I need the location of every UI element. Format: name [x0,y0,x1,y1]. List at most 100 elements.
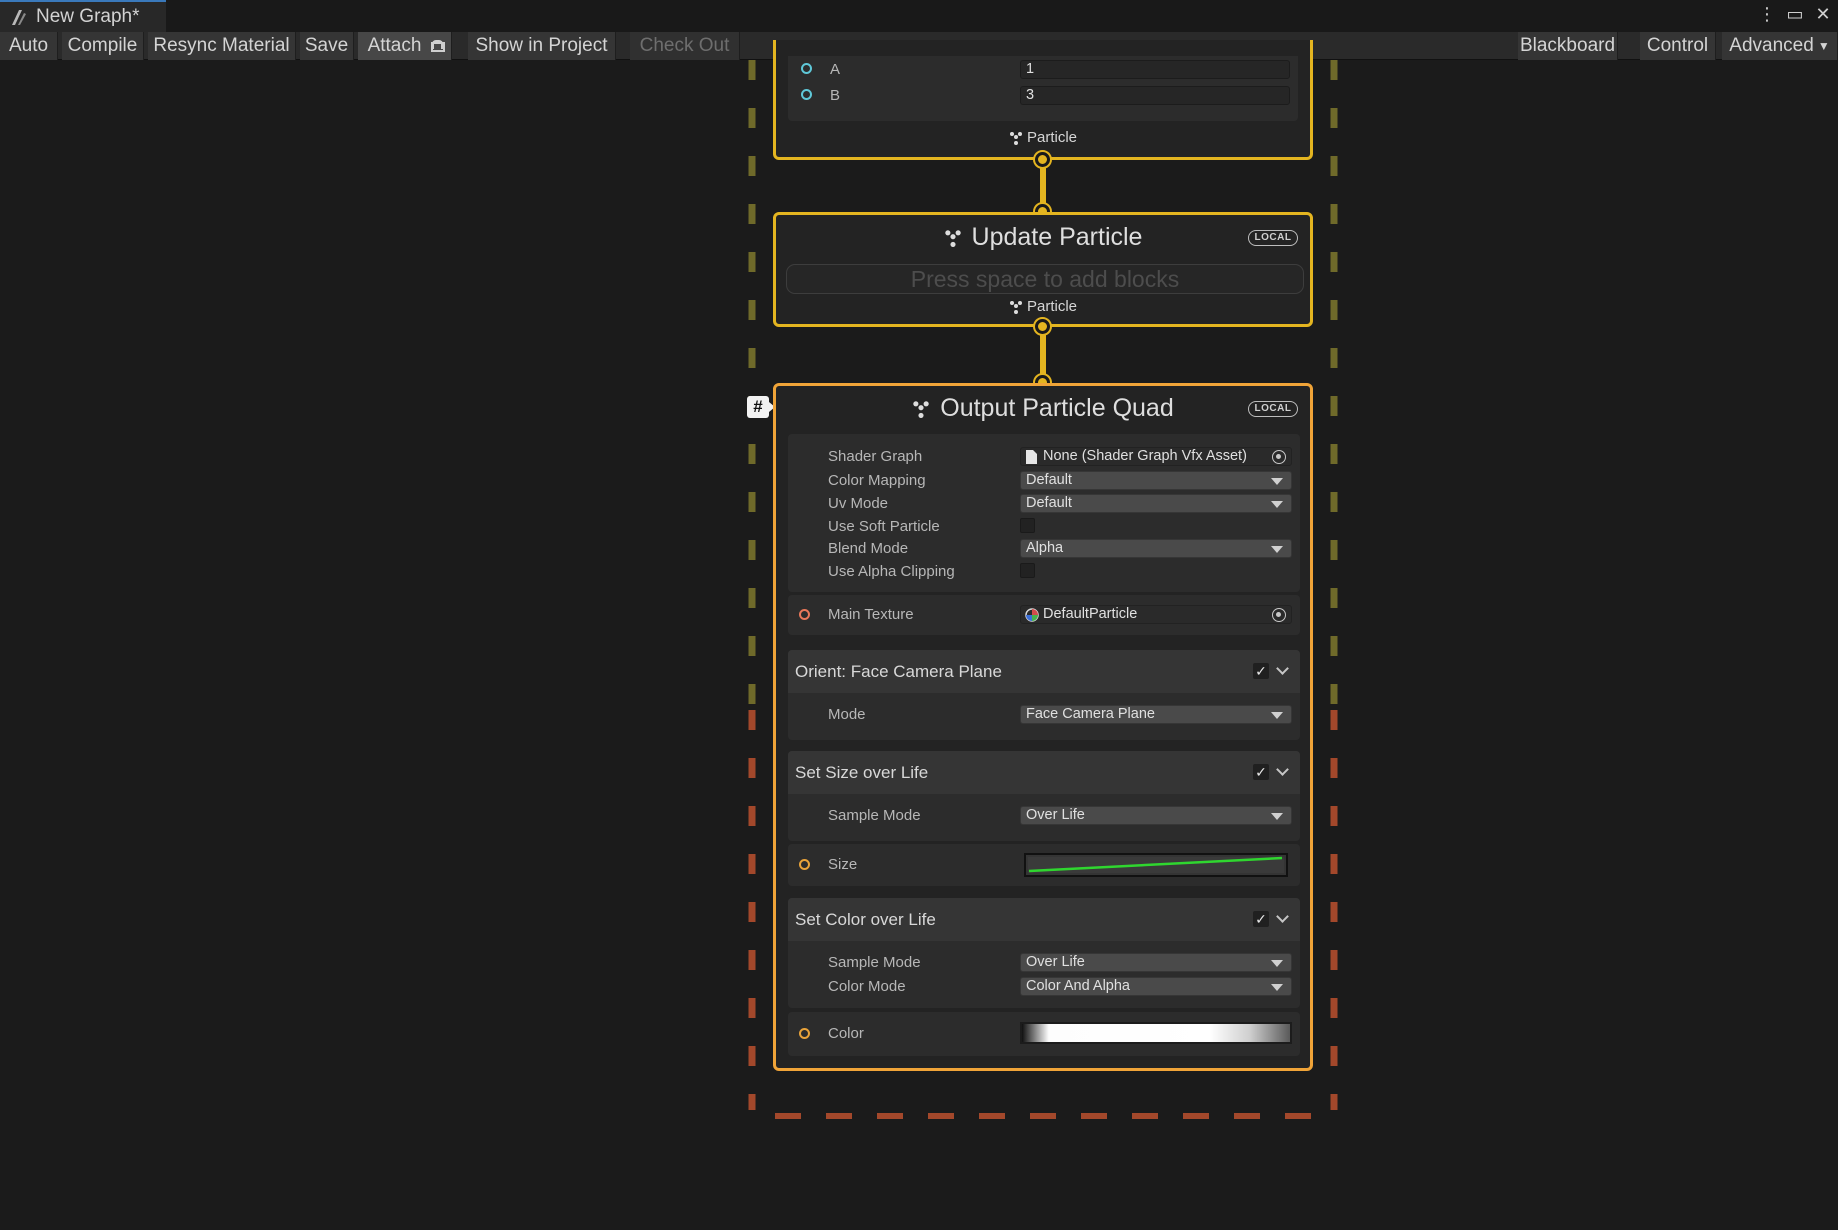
orient-mode-dropdown[interactable]: Face Camera Plane [1020,705,1292,724]
color-label: Color [828,1025,864,1042]
property-field-a[interactable]: 1 [1020,60,1290,79]
update-output-label: Particle [776,298,1310,315]
main-texture-row: Main Texture DefaultParticle [788,595,1300,635]
shader-graph-value: None (Shader Graph Vfx Asset) [1043,448,1247,464]
particle-icon [1009,132,1022,146]
local-space-badge[interactable]: LOCAL [1248,401,1298,417]
initialize-output-label: Particle [776,129,1310,146]
check-out-button[interactable]: Check Out [630,32,740,60]
size-label: Size [828,856,858,873]
dropdown-arrow-icon [1271,546,1283,553]
dropdown-arrow-icon [1271,984,1283,991]
input-port-main-texture[interactable] [799,609,810,620]
orient-mode-label: Mode [828,706,866,723]
main-texture-field[interactable]: DefaultParticle [1020,605,1292,624]
output-title-text: Output Particle Quad [940,394,1174,422]
close-icon[interactable]: ✕ [1814,4,1832,25]
set-size-block[interactable]: Set Size over Life ✓ Sample Mode Over Li… [788,751,1300,841]
blend-mode-value: Alpha [1026,540,1064,556]
file-icon [1026,450,1037,464]
orient-enabled-checkbox[interactable]: ✓ [1253,663,1269,679]
attach-label: Attach [367,35,422,56]
show-in-project-button[interactable]: Show in Project [468,32,616,60]
control-button[interactable]: Control [1640,32,1716,60]
input-port-size[interactable] [799,859,810,870]
input-port-color[interactable] [799,1028,810,1039]
window-tab-bar: New Graph* ⋮ ▭ ✕ [0,0,1838,32]
orient-block[interactable]: Orient: Face Camera Plane ✓ Mode Face Ca… [788,650,1300,740]
window-controls: ⋮ ▭ ✕ [1758,4,1832,25]
set-size-block-title: Set Size over Life [795,763,929,782]
object-picker-icon[interactable] [1272,450,1286,464]
size-sample-mode-dropdown[interactable]: Over Life [1020,806,1292,825]
output-context-title: Output Particle Quad [776,394,1310,423]
add-blocks-placeholder[interactable]: Press space to add blocks [786,264,1304,294]
particle-icon [944,230,961,248]
color-gradient-field[interactable] [1020,1022,1292,1044]
lock-icon[interactable] [431,40,446,52]
use-soft-particle-checkbox[interactable] [1020,518,1035,533]
advanced-dropdown[interactable]: Advanced ▼ [1722,32,1838,60]
dropdown-arrow-icon [1271,960,1283,967]
orient-block-title: Orient: Face Camera Plane [795,662,1002,681]
dropdown-arrow-icon [1271,478,1283,485]
shader-graph-field[interactable]: None (Shader Graph Vfx Asset) [1020,447,1292,466]
flow-output-port-update[interactable] [1035,319,1050,334]
object-picker-icon[interactable] [1272,608,1286,622]
initialize-output-text: Particle [1026,129,1078,146]
color-mode-label: Color Mode [828,978,906,995]
set-size-enabled-checkbox[interactable]: ✓ [1253,764,1269,780]
uv-mode-label: Uv Mode [828,495,889,512]
update-context[interactable]: Update Particle LOCAL Press space to add… [773,212,1313,327]
input-port-b[interactable] [801,89,812,100]
blend-mode-label: Blend Mode [828,540,909,557]
update-title-text: Update Particle [971,223,1143,251]
local-space-badge[interactable]: LOCAL [1248,230,1298,246]
update-output-text: Particle [1026,298,1078,315]
sticky-note-icon[interactable]: # [747,396,775,418]
color-mapping-value: Default [1026,472,1072,488]
compile-button[interactable]: Compile [62,32,144,60]
dropdown-arrow-icon [1271,813,1283,820]
color-mapping-label: Color Mapping [828,472,926,489]
set-color-enabled-checkbox[interactable]: ✓ [1253,911,1269,927]
save-button[interactable]: Save [300,32,354,60]
graph-tab[interactable]: New Graph* [0,0,166,32]
shader-graph-label: Shader Graph [828,448,923,465]
auto-button[interactable]: Auto [0,32,58,60]
blackboard-button[interactable]: Blackboard [1518,32,1618,60]
output-settings-panel: Shader Graph None (Shader Graph Vfx Asse… [788,434,1300,592]
size-sample-mode-label: Sample Mode [828,807,921,824]
flow-output-port-initialize[interactable] [1035,152,1050,167]
size-curve-field[interactable] [1024,853,1288,877]
particle-icon [1009,301,1022,315]
set-color-block[interactable]: Set Color over Life ✓ Sample Mode Over L… [788,898,1300,1008]
blend-mode-dropdown[interactable]: Alpha [1020,539,1292,558]
property-field-b[interactable]: 3 [1020,86,1290,105]
maximize-icon[interactable]: ▭ [1786,4,1804,25]
color-mapping-dropdown[interactable]: Default [1020,471,1292,490]
color-sample-mode-value: Over Life [1026,954,1085,970]
dropdown-arrow-icon [1271,712,1283,719]
main-texture-value: DefaultParticle [1043,606,1138,622]
output-context[interactable]: Output Particle Quad LOCAL Shader Graph … [773,383,1313,1071]
attach-button[interactable]: Attach [358,32,452,60]
dropdown-arrow-icon [1271,501,1283,508]
property-label-a: A [830,61,841,78]
graph-tab-title: New Graph* [36,6,140,27]
dropdown-arrow-icon: ▼ [1817,39,1830,53]
uv-mode-dropdown[interactable]: Default [1020,494,1292,513]
resync-material-button[interactable]: Resync Material [148,32,296,60]
use-alpha-clipping-label: Use Alpha Clipping [828,563,955,580]
color-gradient-row: Color [788,1012,1300,1056]
use-alpha-clipping-checkbox[interactable] [1020,563,1035,578]
color-mode-dropdown[interactable]: Color And Alpha [1020,977,1292,996]
input-port-a[interactable] [801,63,812,74]
color-sample-mode-label: Sample Mode [828,954,921,971]
initialize-context[interactable]: A 1 B 3 Particle [773,40,1313,160]
set-color-block-title: Set Color over Life [795,910,936,929]
update-context-title: Update Particle [776,223,1310,252]
size-curve-row: Size [788,844,1300,886]
kebab-menu-icon[interactable]: ⋮ [1758,4,1776,25]
color-sample-mode-dropdown[interactable]: Over Life [1020,953,1292,972]
